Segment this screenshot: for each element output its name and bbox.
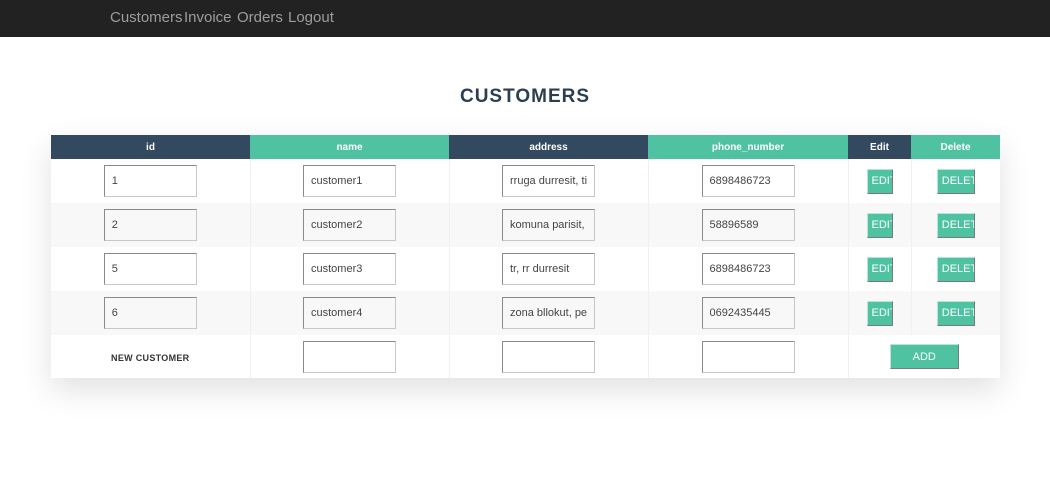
table-row: EDIT DELETE [51,291,1000,335]
column-header-address: address [449,135,648,159]
add-button[interactable]: ADD [889,344,959,369]
column-header-id: id [51,135,250,159]
delete-button[interactable]: DELETE [936,300,975,326]
address-input[interactable] [502,297,595,329]
delete-button[interactable]: DELETE [936,212,975,238]
edit-cell: EDIT [848,203,912,247]
edit-button[interactable]: EDIT [866,168,893,194]
delete-button[interactable]: DELETE [936,168,975,194]
address-input[interactable] [502,165,595,197]
edit-button[interactable]: EDIT [866,256,893,282]
name-input[interactable] [303,297,396,329]
address-cell [449,247,649,291]
new-phone-number-input[interactable] [701,340,795,373]
new-customer-row: NEW CUSTOMER ADD [51,335,1000,378]
edit-cell: EDIT [848,159,912,203]
address-input[interactable] [502,209,595,241]
new-address-input[interactable] [502,340,595,373]
new-customer-label-cell: NEW CUSTOMER [51,335,251,378]
delete-cell: DELETE [911,247,1000,291]
new-phone-cell [648,335,849,378]
page-title: CUSTOMERS [459,86,591,107]
id-cell [51,291,251,335]
nav-link-logout[interactable]: Logout [288,9,334,26]
table-row: EDIT DELETE [51,247,1000,291]
id-input[interactable] [103,297,197,329]
column-header-edit: Edit [848,135,911,159]
new-name-cell [250,335,450,378]
phone-number-input[interactable] [701,253,795,285]
address-cell [449,203,649,247]
name-cell [250,291,450,335]
new-name-input[interactable] [303,340,396,373]
delete-cell: DELETE [911,291,1000,335]
edit-button[interactable]: EDIT [866,300,893,326]
column-header-name: name [250,135,449,159]
nav-link-invoice[interactable]: Invoice [184,9,232,26]
edit-cell: EDIT [848,291,912,335]
new-customer-label: NEW CUSTOMER [111,352,190,363]
edit-cell: EDIT [848,247,912,291]
edit-button[interactable]: EDIT [866,212,893,238]
phone-number-input[interactable] [701,297,795,329]
phone-cell [648,291,849,335]
name-input[interactable] [303,165,396,197]
add-cell: ADD [848,335,1000,378]
name-cell [250,159,450,203]
phone-cell [648,159,849,203]
column-header-phone-number: phone_number [648,135,848,159]
column-header-delete: Delete [911,135,1000,159]
name-cell [250,203,450,247]
new-address-cell [449,335,649,378]
phone-number-input[interactable] [701,209,795,241]
delete-button[interactable]: DELETE [936,256,975,282]
phone-cell [648,203,849,247]
name-cell [250,247,450,291]
customers-table: id name address phone_number Edit Delete… [51,135,1000,378]
table-row: EDIT DELETE [51,203,1000,247]
nav-link-orders[interactable]: Orders [237,9,283,26]
id-input[interactable] [103,253,197,285]
top-navbar: Customers Invoice Orders Logout [0,0,1050,37]
name-input[interactable] [303,253,396,285]
phone-cell [648,247,849,291]
phone-number-input[interactable] [701,165,795,197]
id-cell [51,159,251,203]
nav-link-customers[interactable]: Customers [110,9,183,26]
address-input[interactable] [502,253,595,285]
delete-cell: DELETE [911,203,1000,247]
delete-cell: DELETE [911,159,1000,203]
table-row: EDIT DELETE [51,159,1000,203]
address-cell [449,291,649,335]
id-input[interactable] [103,209,197,241]
address-cell [449,159,649,203]
table-header-row: id name address phone_number Edit Delete [51,135,1000,159]
customers-table-container: id name address phone_number Edit Delete… [51,135,1000,378]
id-cell [51,247,251,291]
id-input[interactable] [103,165,197,197]
id-cell [51,203,251,247]
name-input[interactable] [303,209,396,241]
